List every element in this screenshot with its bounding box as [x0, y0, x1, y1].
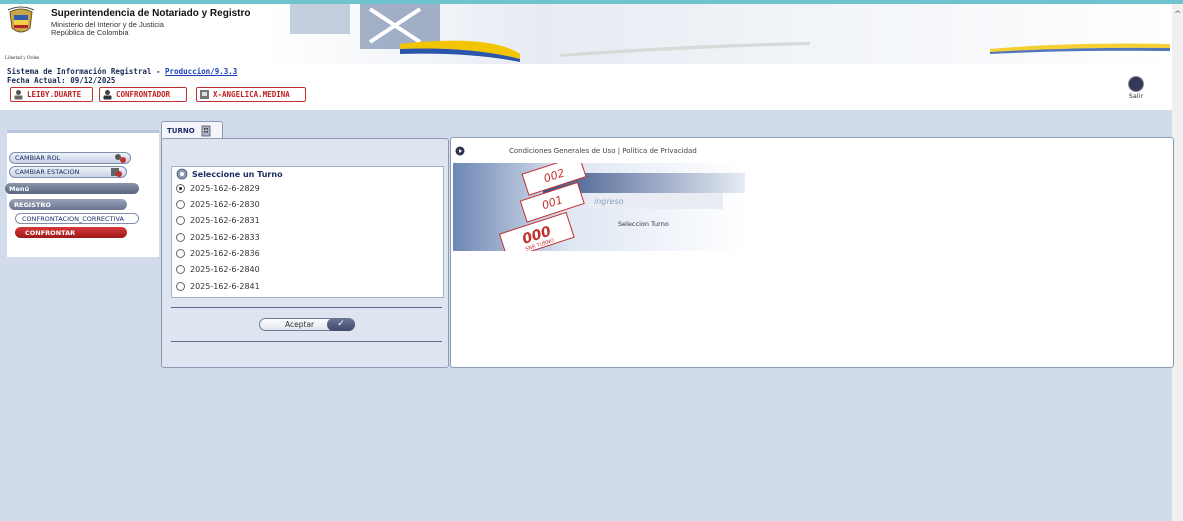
change-role-label: CAMBIAR ROL — [15, 154, 61, 162]
org-name: Superintendencia de Notariado y Registro — [51, 8, 251, 19]
role-chip[interactable]: CONFRONTADOR — [99, 87, 187, 102]
menu-item-confrontacion-correctiva[interactable]: CONFRONTACION_CORRECTIVA — [15, 213, 139, 224]
turno-option[interactable]: 2025-162-6-2841 — [176, 282, 260, 291]
turno-option[interactable]: 2025-162-6-2836 — [176, 249, 260, 258]
building-icon — [201, 125, 211, 136]
terms-privacy-links[interactable]: Condiciones Generales de Uso | Política … — [509, 147, 697, 155]
registro-menu[interactable]: REGISTRO — [9, 199, 127, 210]
change-role-icon — [115, 154, 126, 163]
radio-button[interactable] — [176, 200, 185, 209]
turno-option-label: 2025-162-6-2833 — [190, 233, 260, 242]
accept-button[interactable]: Aceptar ✓ — [259, 318, 355, 331]
turno-option-label: 2025-162-6-2836 — [190, 249, 260, 258]
menu-header: Menú — [5, 183, 139, 194]
exit-button[interactable]: Salir — [1124, 76, 1148, 100]
change-station-label: CAMBIAR ESTACION — [15, 168, 80, 176]
turno-option-label: 2025-162-6-2829 — [190, 184, 260, 193]
turno-option-label: 2025-162-6-2831 — [190, 216, 260, 225]
radio-button[interactable] — [176, 233, 185, 242]
change-station-button[interactable]: CAMBIAR ESTACION — [9, 166, 127, 178]
radio-button[interactable] — [176, 249, 185, 258]
tab-turno[interactable]: TURNO — [161, 121, 223, 139]
user-chip[interactable]: LEIBY.DUARTE — [10, 87, 93, 102]
arrow-right-icon — [455, 146, 465, 156]
logo-caption: Libertad y Orden — [5, 56, 40, 61]
divider — [171, 341, 442, 342]
org-country: República de Colombia — [51, 28, 129, 37]
radio-button[interactable] — [176, 282, 185, 291]
turno-option[interactable]: 2025-162-6-2829 — [176, 184, 260, 193]
tab-turno-label: TURNO — [167, 126, 195, 135]
turno-option[interactable]: 2025-162-6-2831 — [176, 216, 260, 225]
brand-text: ingreso — [594, 197, 624, 206]
turno-option-label: 2025-162-6-2841 — [190, 282, 260, 291]
turno-option-label: 2025-162-6-2830 — [190, 200, 260, 209]
turno-title-text: Seleccione un Turno — [192, 169, 283, 179]
station-name: X-ANGELICA.MEDINA — [213, 90, 290, 99]
turno-option[interactable]: 2025-162-6-2833 — [176, 233, 260, 242]
turno-option-label: 2025-162-6-2840 — [190, 265, 260, 274]
system-label: Sistema de Información Registral - — [7, 67, 166, 76]
change-station-icon — [111, 168, 122, 177]
scroll-up-icon[interactable]: ^ — [1174, 10, 1182, 20]
station-icon — [200, 90, 209, 99]
station-chip[interactable]: X-ANGELICA.MEDINA — [196, 87, 306, 102]
welcome-caption: Seleccion Turno — [618, 220, 669, 228]
radio-button[interactable] — [176, 265, 185, 274]
role-icon — [103, 90, 112, 100]
coat-of-arms-logo — [7, 6, 35, 33]
header-banner-image — [270, 4, 1170, 64]
system-info: Sistema de Información Registral - Produ… — [7, 67, 237, 85]
turno-option[interactable]: 2025-162-6-2840 — [176, 265, 260, 274]
turno-list: Seleccione un Turno 2025-162-6-2829 2025… — [171, 166, 444, 298]
role-name: CONFRONTADOR — [116, 90, 171, 99]
accept-label: Aceptar — [285, 320, 315, 329]
menu-item-confrontar[interactable]: CONFRONTAR — [15, 227, 127, 238]
user-icon — [14, 90, 23, 100]
radio-button[interactable] — [176, 216, 185, 225]
turno-option[interactable]: 2025-162-6-2830 — [176, 200, 260, 209]
turno-title: Seleccione un Turno — [176, 168, 283, 180]
change-role-button[interactable]: CAMBIAR ROL — [9, 152, 131, 164]
current-date: Fecha Actual: 09/12/2025 — [7, 76, 116, 85]
welcome-image: 002 001 000 SNR TURNO — [453, 163, 745, 251]
production-link[interactable]: Produccion/9.3.3 — [165, 67, 237, 76]
check-icon: ✓ — [327, 318, 355, 331]
divider — [171, 307, 442, 308]
exit-label: Salir — [1128, 92, 1144, 100]
target-icon — [176, 168, 188, 180]
exit-icon — [1128, 76, 1144, 92]
radio-button[interactable] — [176, 184, 185, 193]
user-name: LEIBY.DUARTE — [27, 90, 82, 99]
